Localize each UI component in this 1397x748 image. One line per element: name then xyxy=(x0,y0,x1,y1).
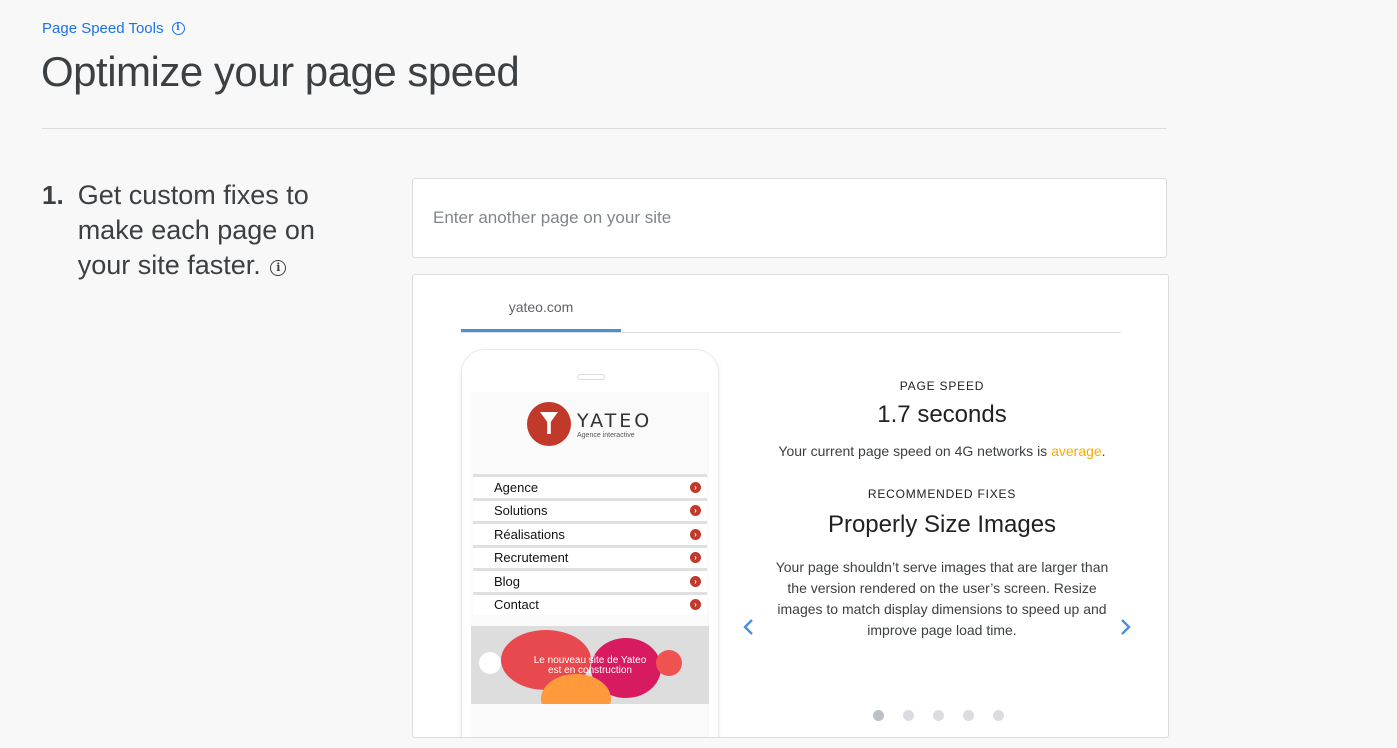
phone-preview: YATEO Agence interactive Agence › Solutio… xyxy=(461,349,719,737)
divider xyxy=(42,128,1167,129)
step-info-icon[interactable]: i xyxy=(270,259,287,276)
menu-item-label: Contact xyxy=(494,597,539,613)
speed-value: 1.7 seconds xyxy=(877,401,1007,428)
logo-name: YATEO xyxy=(577,409,653,432)
carousel-dot[interactable] xyxy=(993,710,1004,721)
step-number: 1. xyxy=(42,180,64,210)
phone-speaker xyxy=(577,374,605,380)
carousel-dot[interactable] xyxy=(963,710,974,721)
info-icon[interactable]: i xyxy=(171,22,185,35)
menu-item: Blog › xyxy=(473,568,707,592)
menu-item-label: Recrutement xyxy=(494,550,569,566)
menu-item: Agence › xyxy=(473,474,707,498)
arrow-icon: › xyxy=(690,481,701,493)
speed-desc-prefix: Your current page speed on 4G networks i… xyxy=(778,443,1052,459)
speed-desc-suffix: . xyxy=(1101,443,1106,459)
url-search-box[interactable] xyxy=(412,178,1167,258)
site-logo: YATEO Agence interactive xyxy=(527,402,652,446)
url-input[interactable] xyxy=(433,208,1146,228)
carousel-dot[interactable] xyxy=(933,710,944,721)
speed-rating: average xyxy=(1051,443,1102,459)
menu-item-label: Réalisations xyxy=(494,526,565,542)
speed-description: Your current page speed on 4G networks i… xyxy=(767,441,1117,462)
menu-item-label: Agence xyxy=(494,479,539,495)
chevron-right-icon xyxy=(1121,619,1131,635)
menu-item-label: Solutions xyxy=(494,503,548,519)
arrow-icon: › xyxy=(690,505,701,517)
step-heading: 1. Get custom fixes to make each page on… xyxy=(42,178,372,283)
carousel-prev-button[interactable] xyxy=(737,617,761,641)
arrow-icon: › xyxy=(690,552,701,564)
arrow-icon: › xyxy=(690,528,701,540)
logo-mark-icon xyxy=(527,402,571,446)
chevron-left-icon xyxy=(743,619,753,635)
breadcrumb-label[interactable]: Page Speed Tools xyxy=(42,20,164,37)
site-menu: Agence › Solutions › Réalisations › Recrute… xyxy=(473,474,707,615)
speed-result: PAGE SPEED 1.7 seconds Your current page… xyxy=(767,379,1117,641)
phone-screen: YATEO Agence interactive Agence › Solutio… xyxy=(471,392,709,737)
speed-label: PAGE SPEED xyxy=(899,379,985,393)
fix-description: Your page shouldn’t serve images that ar… xyxy=(775,559,1109,638)
arrow-icon: › xyxy=(690,575,701,587)
breadcrumb[interactable]: Page Speed Tools i xyxy=(42,20,185,37)
site-banner: Le nouveau site de Yateo est en construc… xyxy=(471,626,709,704)
tab-bar: yateo.com xyxy=(461,275,1121,333)
results-panel: yateo.com YATEO Agence interactive Agenc… xyxy=(412,274,1169,738)
tab-yateo[interactable]: yateo.com xyxy=(461,275,621,332)
carousel-dot[interactable] xyxy=(873,710,884,721)
fixes-label: RECOMMENDED FIXES xyxy=(867,487,1017,501)
menu-item: Réalisations › xyxy=(473,521,707,545)
menu-item: Contact › xyxy=(473,591,707,615)
logo-tagline: Agence interactive xyxy=(577,431,635,439)
fix-title: Properly Size Images xyxy=(827,511,1057,538)
banner-text: Le nouveau site de Yateo est en construc… xyxy=(471,656,709,676)
carousel-dots xyxy=(873,710,1004,721)
carousel-dot[interactable] xyxy=(903,710,914,721)
carousel-next-button[interactable] xyxy=(1113,617,1137,641)
page-title: Optimize your page speed xyxy=(41,48,520,95)
menu-item: Recrutement › xyxy=(473,544,707,568)
arrow-icon: › xyxy=(690,599,701,611)
banner-line: est en construction xyxy=(548,665,632,676)
step-text-wrapper: Get custom fixes to make each page on yo… xyxy=(78,178,372,283)
menu-item-label: Blog xyxy=(494,573,521,589)
menu-item: Solutions › xyxy=(473,497,707,521)
